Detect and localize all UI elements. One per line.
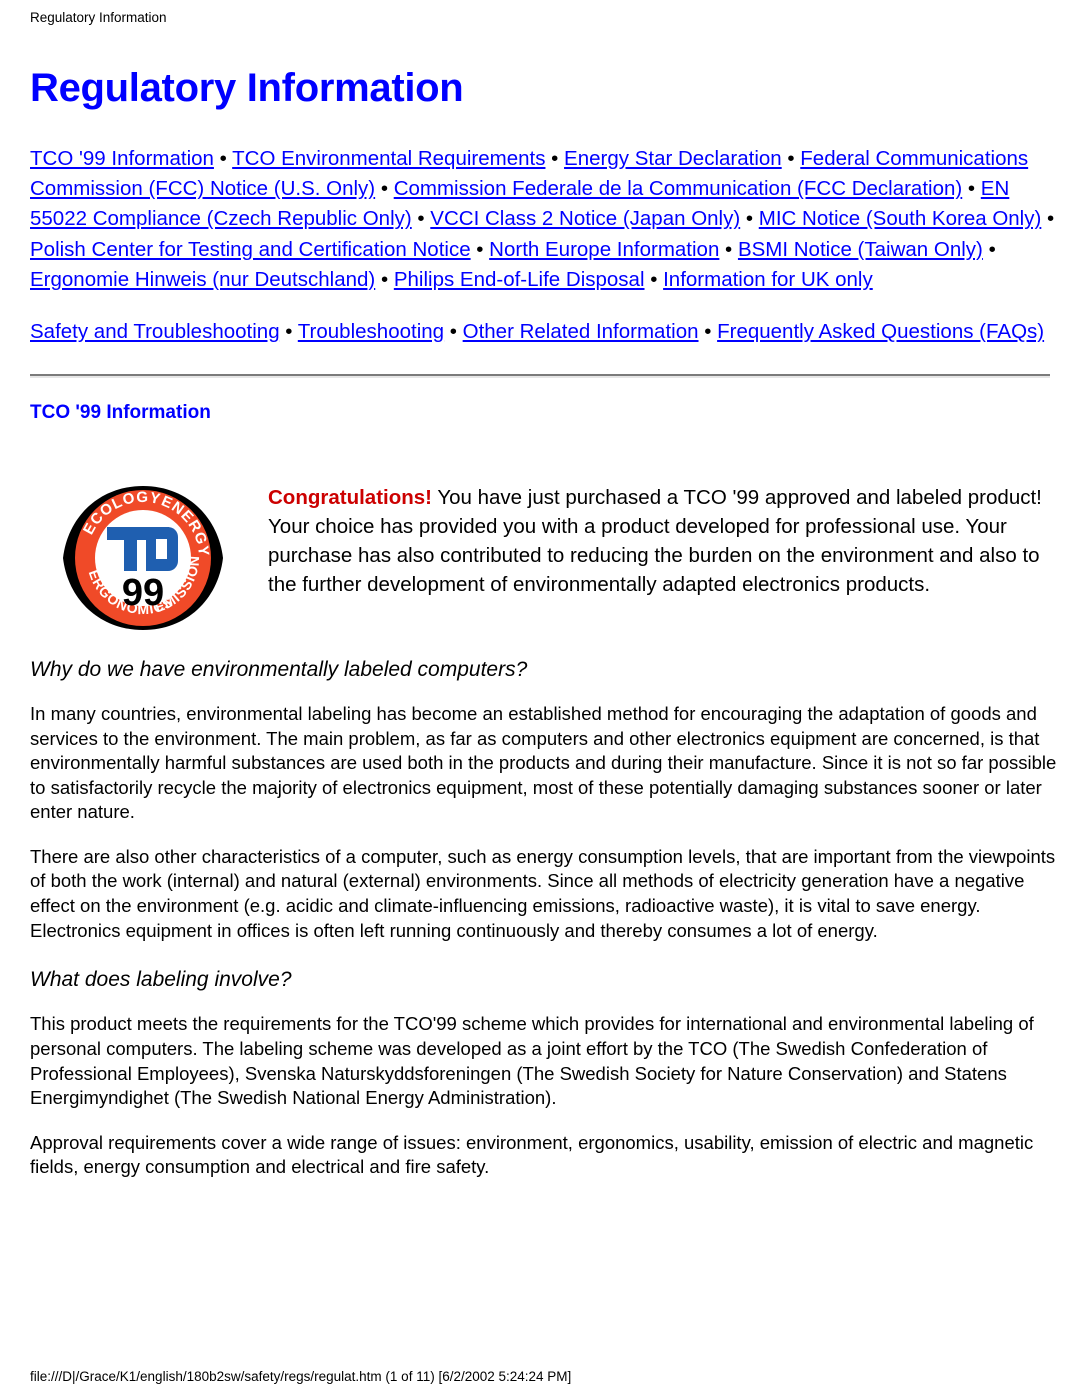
section-divider — [30, 373, 1050, 378]
link-separator-bullet: • — [375, 177, 394, 201]
doc-link[interactable]: Other Related Information — [463, 320, 699, 343]
congratulations-paragraph: Congratulations! You have just purchased… — [268, 483, 1062, 599]
paragraph-what-labeling-2: Approval requirements cover a wide range… — [30, 1131, 1034, 1178]
doc-link[interactable]: VCCI Class 2 Notice (Japan Only) — [430, 207, 740, 230]
link-separator-bullet: • — [1041, 207, 1055, 231]
link-separator-bullet: • — [644, 267, 664, 291]
section-title-tco99: TCO '99 Information — [30, 401, 211, 423]
link-separator-bullet: • — [470, 237, 490, 261]
doc-link[interactable]: North Europe Information — [489, 238, 719, 261]
doc-link[interactable]: Information for UK only — [663, 268, 873, 291]
link-separator-bullet: • — [411, 207, 431, 231]
doc-link[interactable]: Polish Center for Testing and Certificat… — [30, 238, 471, 261]
doc-link[interactable]: Philips End-of-Life Disposal — [394, 268, 645, 291]
doc-link[interactable]: MIC Notice (South Korea Only) — [759, 207, 1042, 230]
link-separator-bullet: • — [719, 237, 738, 261]
doc-link[interactable]: Frequently Asked Questions (FAQs) — [717, 320, 1044, 343]
doc-link[interactable]: Troubleshooting — [298, 320, 444, 343]
related-links-paragraph-secondary: Safety and Troubleshooting • Troubleshoo… — [30, 317, 1062, 347]
doc-link[interactable]: TCO '99 Information — [30, 147, 214, 170]
doc-link[interactable]: Ergonomie Hinweis (nur Deutschland) — [30, 268, 375, 291]
doc-link[interactable]: Safety and Troubleshooting — [30, 320, 280, 343]
doc-link[interactable]: Energy Star Declaration — [564, 147, 782, 170]
link-separator-bullet: • — [781, 147, 801, 171]
subsection-heading-why-labeled: Why do we have environmentally labeled c… — [30, 657, 528, 681]
page-title: Regulatory Information — [30, 66, 464, 111]
link-separator-bullet: • — [279, 319, 298, 343]
svg-text:99: 99 — [122, 572, 164, 614]
paragraph-what-labeling-1: This product meets the requirements for … — [30, 1013, 1034, 1109]
link-separator-bullet: • — [545, 147, 565, 171]
congratulations-lead: Congratulations! — [268, 485, 432, 509]
link-separator-bullet: • — [698, 319, 718, 343]
tco-logo-and-congrats-block: ECOLOGY ENERGY ERGONOMICS EMISSIONS — [18, 483, 1062, 633]
link-separator-bullet: • — [962, 177, 981, 201]
related-links-paragraph-primary: TCO '99 Information • TCO Environmental … — [30, 144, 1062, 295]
link-separator-bullet: • — [982, 237, 996, 261]
doc-link[interactable]: BSMI Notice (Taiwan Only) — [738, 238, 983, 261]
paragraph-why-labeled-2: There are also other characteristics of … — [30, 845, 1056, 941]
link-separator-bullet: • — [213, 147, 233, 171]
doc-link[interactable]: TCO Environmental Requirements — [232, 147, 545, 170]
paragraph-why-labeled-1: In many countries, environmental labelin… — [30, 702, 1057, 823]
tco-99-certification-logo-icon: ECOLOGY ENERGY ERGONOMICS EMISSIONS — [60, 483, 226, 633]
subsection-heading-what-labeling: What does labeling involve? — [30, 968, 292, 992]
running-head: Regulatory Information — [30, 10, 167, 25]
link-separator-bullet: • — [375, 267, 394, 291]
link-separator-bullet: • — [740, 207, 759, 231]
doc-link[interactable]: Commission Federale de la Communication … — [394, 177, 963, 200]
footer-path-and-timestamp: file:///D|/Grace/K1/english/180b2sw/safe… — [30, 1368, 572, 1384]
document-page: Regulatory Information Regulatory Inform… — [0, 0, 1080, 1397]
link-separator-bullet: • — [444, 319, 463, 343]
